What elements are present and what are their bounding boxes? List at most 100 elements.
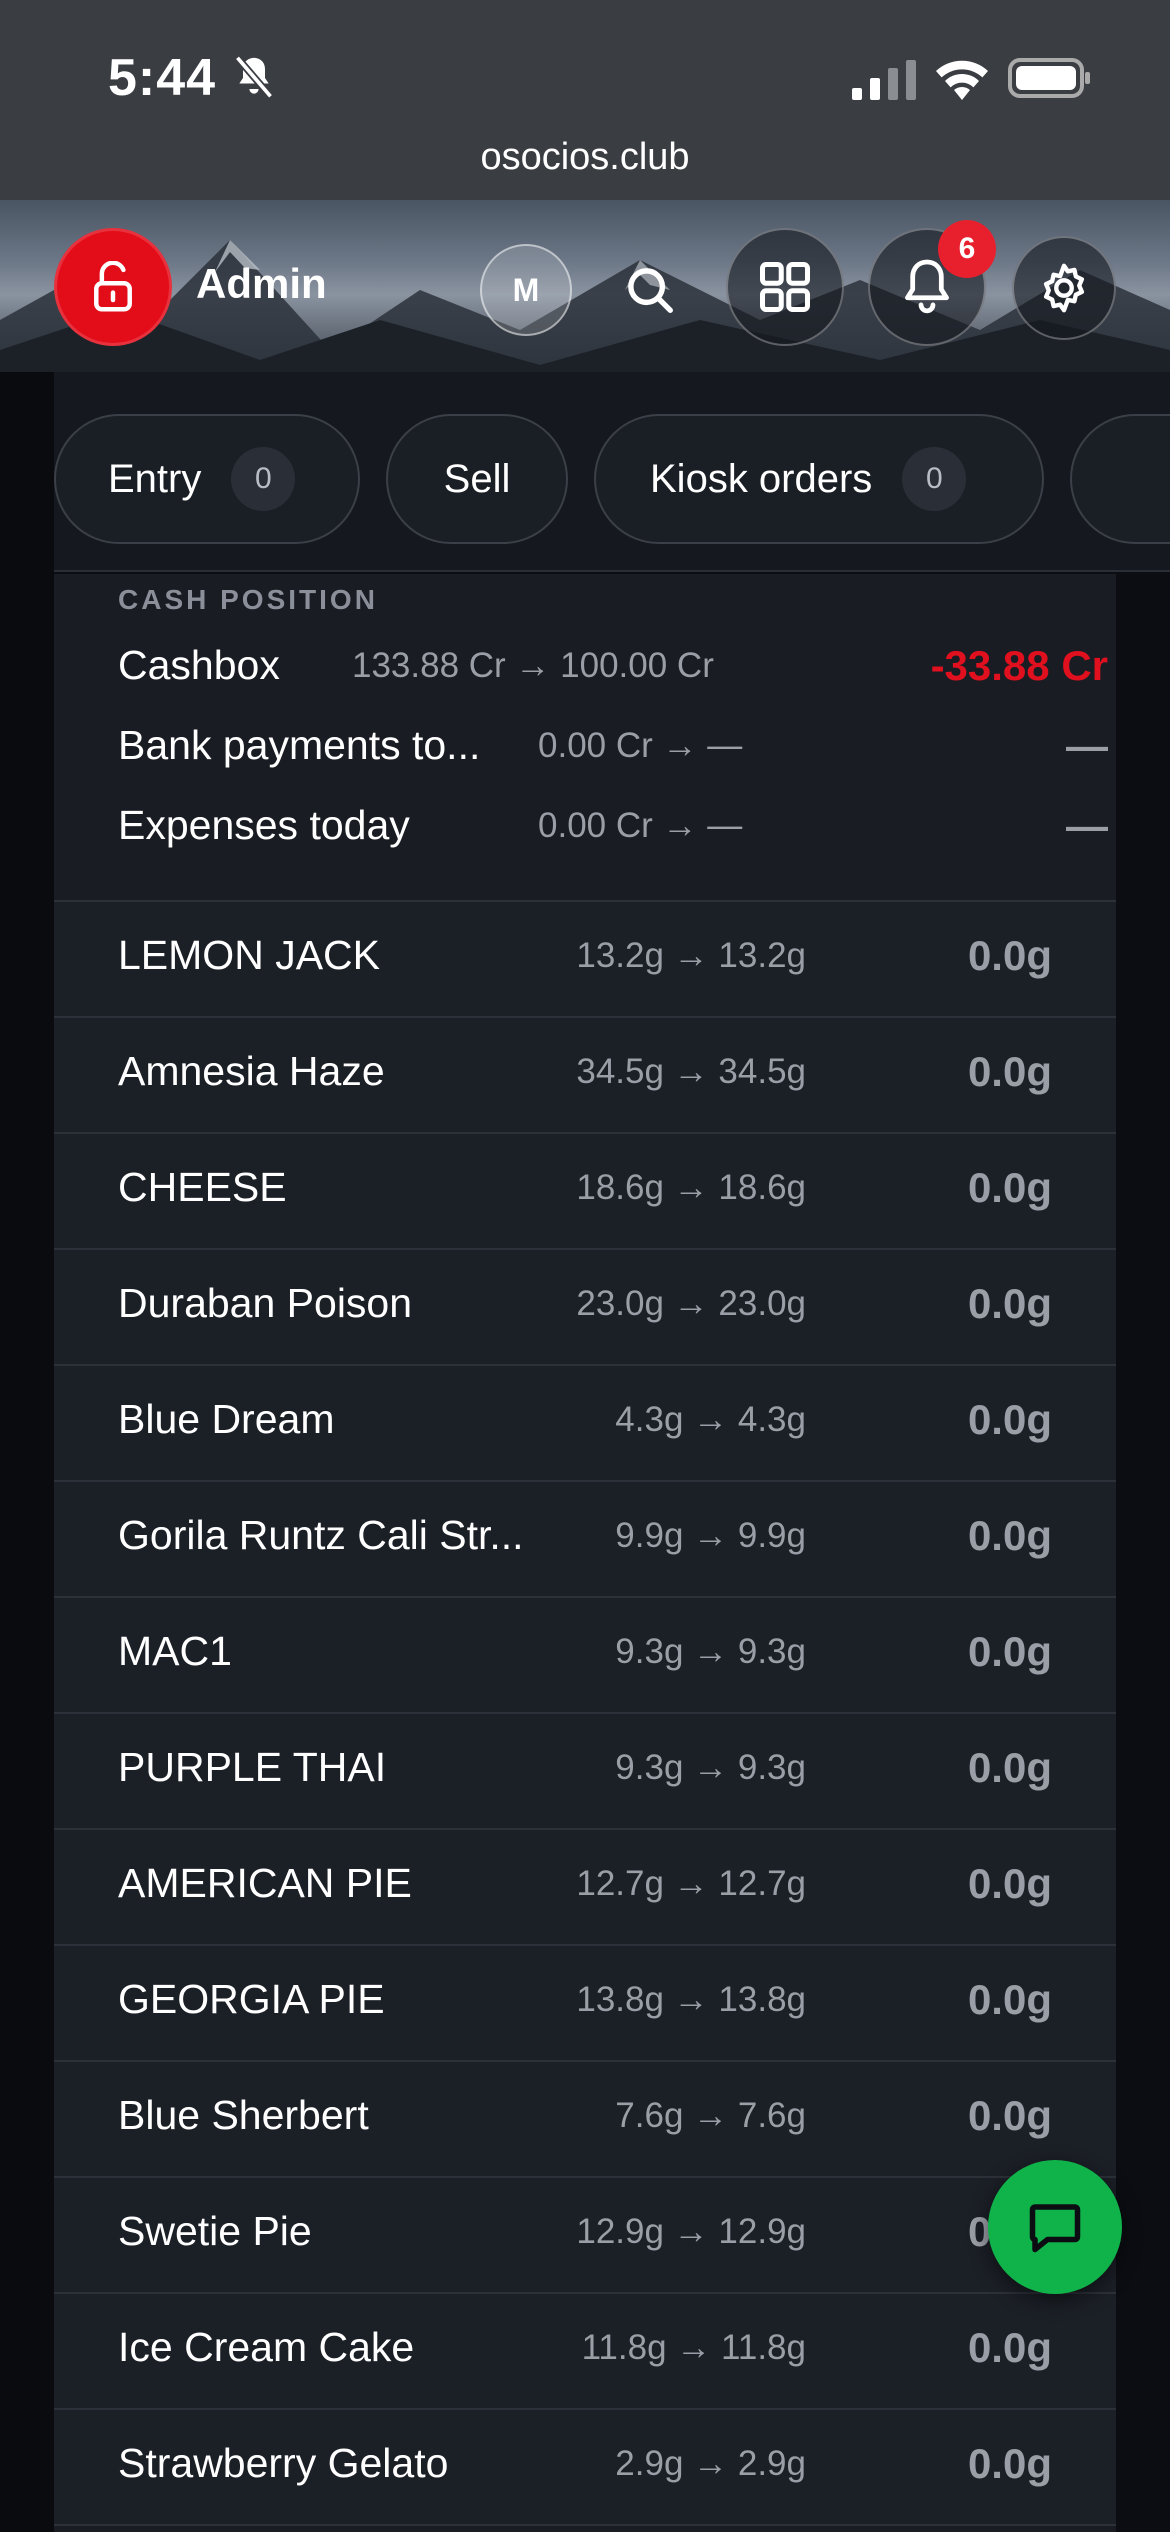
search-button[interactable] (604, 244, 696, 336)
cash-row-name: Cashbox (118, 642, 280, 688)
product-name: Ice Cream Cake (118, 2324, 415, 2370)
grid-icon (760, 262, 810, 312)
product-stock-change: 12.7g → 12.7g (576, 1864, 806, 1903)
apps-grid-button[interactable] (726, 228, 844, 346)
tab-entry-label: Entry (108, 456, 202, 501)
left-gutter (0, 372, 54, 2532)
cash-row-change: 133.88 Cr → 100.00 Cr (352, 646, 714, 685)
app-header: Admin M 6 (0, 200, 1170, 372)
list-item[interactable]: GEORGIA PIE 13.8g → 13.8g 0.0g (54, 1946, 1116, 2062)
product-name: AMERICAN PIE (118, 1860, 412, 1906)
product-stock-delta: 0.0g (967, 2324, 1052, 2371)
cash-row-delta: -33.88 Cr (930, 642, 1108, 689)
list-item[interactable]: CHEESE 18.6g → 18.6g 0.0g (54, 1134, 1116, 1250)
product-name: CHEESE (118, 1164, 287, 1210)
cash-row-change: 0.00 Cr → — (538, 806, 743, 845)
product-stock-change: 13.8g → 13.8g (576, 1980, 806, 2019)
battery-icon (1008, 58, 1090, 98)
product-stock-change: 11.8g → 11.8g (581, 2328, 806, 2367)
cash-row-bank-payments: Bank payments to... 0.00 Cr → — — (118, 722, 1108, 782)
product-name: Blue Dream (118, 1396, 335, 1442)
product-name: PURPLE THAI (118, 1744, 387, 1790)
product-stock-change: 4.3g → 4.3g (615, 1400, 806, 1439)
list-item[interactable]: Gorila Runtz Cali Str... 9.9g → 9.9g 0.0… (54, 1482, 1116, 1598)
list-item[interactable]: Ice Cream Cake 11.8g → 11.8g 0.0g (54, 2294, 1116, 2410)
product-name: Strawberry Gelato (118, 2440, 449, 2486)
product-stock-delta: 0.0g (967, 2092, 1052, 2139)
product-stock-delta: 0.0g (967, 1280, 1052, 1327)
status-time: 5:44 (108, 49, 217, 107)
product-stock-delta: 0.0g (967, 2440, 1052, 2487)
product-stock-change: 23.0g → 23.0g (576, 1284, 806, 1323)
product-stock-change: 12.9g → 12.9g (576, 2212, 806, 2251)
notification-count-badge: 6 (938, 220, 996, 278)
status-bar: 5:44 osocios.club (0, 0, 1170, 200)
cash-row-delta: — (1066, 722, 1108, 769)
product-stock-change: 7.6g → 7.6g (615, 2096, 806, 2135)
unlock-icon (94, 261, 132, 312)
wifi-icon (936, 60, 988, 100)
list-item[interactable]: Swetie Pie 12.9g → 12.9g 0.0g (54, 2178, 1116, 2294)
product-stock-delta: 0.0g (967, 1512, 1052, 1559)
bell-slash-icon (234, 55, 274, 99)
product-name: Gorila Runtz Cali Str... (118, 1512, 524, 1558)
cash-row-change: 0.00 Cr → — (538, 726, 743, 765)
product-name: LEMON JACK (118, 932, 380, 978)
list-item[interactable]: LEMON JACK 13.2g → 13.2g 0.0g (54, 902, 1116, 1018)
list-item[interactable]: MAC1 9.3g → 9.3g 0.0g (54, 1598, 1116, 1714)
cash-position-heading: CASH POSITION (118, 584, 378, 615)
product-stock-delta: 0.0g (967, 1976, 1052, 2023)
chat-button[interactable] (988, 2160, 1122, 2294)
cash-row-cashbox: Cashbox 133.88 Cr → 100.00 Cr -33.88 Cr (118, 642, 1108, 702)
product-stock-change: 18.6g → 18.6g (576, 1168, 806, 1207)
closing-report-panel: CASH POSITION Cashbox 133.88 Cr → 100.00… (54, 574, 1116, 2532)
product-stock-delta: 0.0g (967, 932, 1052, 979)
product-name: Swetie Pie (118, 2208, 312, 2254)
product-stock-change: 9.3g → 9.3g (615, 1748, 806, 1787)
list-item[interactable]: Duraban Poison 23.0g → 23.0g 0.0g (54, 1250, 1116, 1366)
product-stock-delta: 0.0g (967, 1396, 1052, 1443)
tab-kiosk-orders-label: Kiosk orders (650, 456, 873, 501)
product-name: Blue Sherbert (118, 2092, 369, 2138)
product-name: Duraban Poison (118, 1280, 413, 1326)
settings-button[interactable] (1012, 236, 1116, 340)
cellular-signal-icon (852, 60, 916, 100)
product-stock-delta: 0.0g (967, 1164, 1052, 1211)
list-item[interactable]: PURPLE THAI 9.3g → 9.3g 0.0g (54, 1714, 1116, 1830)
chat-bubble-icon (1029, 2204, 1081, 2253)
tab-sell[interactable]: Sell (386, 414, 568, 544)
search-icon (628, 268, 673, 313)
product-stock-delta: 0.0g (967, 1628, 1052, 1675)
tab-kiosk-orders[interactable]: Kiosk orders 0 (594, 414, 1044, 544)
avatar[interactable]: M (480, 244, 572, 336)
cash-row-name: Expenses today (118, 802, 410, 848)
list-item[interactable]: Amnesia Haze 34.5g → 34.5g 0.0g (54, 1018, 1116, 1134)
product-stock-delta: 0.0g (967, 1860, 1052, 1907)
product-stock-delta: 0.0g (967, 1048, 1052, 1095)
product-stock-change: 13.2g → 13.2g (576, 936, 806, 975)
product-stock-change: 2.9g → 2.9g (615, 2444, 806, 2483)
product-name: MAC1 (118, 1628, 232, 1674)
cash-row-delta: — (1066, 802, 1108, 849)
product-name: GEORGIA PIE (118, 1976, 385, 2022)
list-item[interactable]: Strawberry Gelato 2.9g → 2.9g 0.0g (54, 2410, 1116, 2526)
mountain-background (0, 240, 1170, 372)
product-stock-delta: 0.0g (967, 1744, 1052, 1791)
gear-icon (1043, 263, 1085, 313)
product-stock-change: 9.9g → 9.9g (615, 1516, 806, 1555)
cash-row-name: Bank payments to... (118, 722, 481, 768)
list-item[interactable]: AMERICAN PIE 12.7g → 12.7g 0.0g (54, 1830, 1116, 1946)
product-stock-change: 34.5g → 34.5g (576, 1052, 806, 1091)
product-name: Amnesia Haze (118, 1048, 385, 1094)
tab-entry[interactable]: Entry 0 (54, 414, 360, 544)
tab-kiosk-orders-count: 0 (902, 447, 967, 511)
tab-sell-label: Sell (443, 456, 511, 501)
tab-entry-count: 0 (231, 447, 296, 511)
lock-toggle-button[interactable] (54, 228, 172, 346)
url-bar[interactable]: osocios.club (0, 136, 1170, 179)
list-item[interactable]: Blue Dream 4.3g → 4.3g 0.0g (54, 1366, 1116, 1482)
cash-row-expenses: Expenses today 0.00 Cr → — — (118, 802, 1108, 862)
user-role-label: Admin (196, 260, 327, 307)
list-item[interactable]: Blue Sherbert 7.6g → 7.6g 0.0g (54, 2062, 1116, 2178)
product-stock-change: 9.3g → 9.3g (615, 1632, 806, 1671)
